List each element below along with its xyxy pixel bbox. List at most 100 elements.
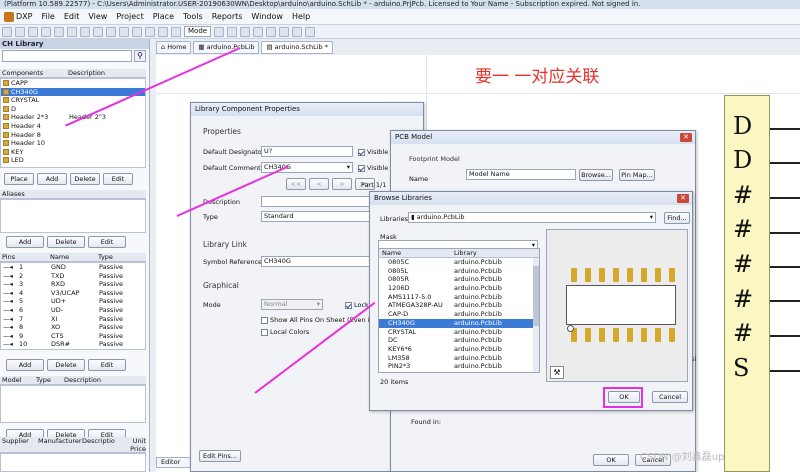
- new-icon[interactable]: [2, 26, 12, 37]
- table-row[interactable]: —◂ 10 DSR# Passive: [1, 340, 145, 349]
- table-row[interactable]: —◂ 3 RXD Passive: [1, 280, 145, 289]
- menu-reports[interactable]: Reports: [212, 9, 243, 25]
- comment-visible-checkbox[interactable]: Visible: [358, 164, 388, 172]
- add-pin-button[interactable]: Add: [6, 359, 44, 371]
- tab-schlib[interactable]: ▤ arduino.SchLib *: [261, 41, 334, 54]
- zoom-fit-icon[interactable]: [67, 26, 77, 37]
- list-item[interactable]: CH340G arduino.PcbLib: [379, 318, 539, 328]
- list-item[interactable]: 0805C arduino.PcbLib: [379, 258, 539, 267]
- table-row[interactable]: —◂ 1 GND Passive: [1, 263, 145, 272]
- add-component-button[interactable]: Add: [37, 173, 67, 185]
- first-part-button[interactable]: <<: [286, 178, 306, 190]
- close-icon[interactable]: ✕: [680, 133, 692, 142]
- model-name-field[interactable]: Model Name: [466, 169, 576, 180]
- list-item[interactable]: KEY: [1, 148, 145, 157]
- list-item[interactable]: CH340G: [1, 87, 145, 97]
- list-item[interactable]: AMS1117-5.0 arduino.PcbLib: [379, 293, 539, 302]
- deselect-icon[interactable]: [145, 26, 155, 37]
- prev-part-button[interactable]: <: [309, 178, 329, 190]
- local-colors-checkbox[interactable]: Local Colors: [261, 328, 309, 336]
- browse-cancel-button[interactable]: Cancel: [652, 391, 688, 403]
- menu-place[interactable]: Place: [153, 9, 174, 25]
- mode-select[interactable]: Normal ▾: [261, 299, 323, 310]
- menu-file[interactable]: File: [41, 9, 54, 25]
- pcb-ok-button[interactable]: OK: [593, 454, 629, 466]
- line-icon[interactable]: [240, 26, 251, 37]
- table-row[interactable]: —◂ 7 XI Passive: [1, 315, 145, 324]
- list-item[interactable]: 0805R arduino.PcbLib: [379, 275, 539, 284]
- list-item[interactable]: ATMEGA328P-AU arduino.PcbLib: [379, 301, 539, 310]
- symbol-reference-field[interactable]: CH340G: [261, 256, 381, 267]
- designator-field[interactable]: U?: [261, 146, 353, 157]
- delete-component-button[interactable]: Delete: [70, 173, 100, 185]
- find-button[interactable]: Find...: [664, 212, 690, 224]
- grid-icon[interactable]: [266, 26, 277, 37]
- mode-dropdown[interactable]: Mode: [184, 26, 212, 37]
- delete-alias-button[interactable]: Delete: [47, 236, 85, 248]
- list-item[interactable]: LM358 arduino.PcbLib: [379, 354, 539, 363]
- menu-dxp[interactable]: DXP: [4, 9, 32, 25]
- browse-button[interactable]: Browse...: [579, 169, 613, 181]
- close-icon[interactable]: ✕: [677, 194, 689, 203]
- libraries-select[interactable]: ▮ arduino.PcbLib ▾: [408, 212, 656, 223]
- arrow-right-icon[interactable]: [227, 26, 238, 37]
- add-icon[interactable]: [214, 26, 225, 37]
- list-item[interactable]: 1206D arduino.PcbLib: [379, 284, 539, 293]
- table-row[interactable]: —◂ 4 V3/UCAP Passive: [1, 289, 145, 298]
- designator-visible-checkbox[interactable]: Visible: [358, 148, 388, 156]
- move-icon[interactable]: [132, 26, 142, 37]
- redo-icon[interactable]: [171, 26, 181, 37]
- pin-icon[interactable]: [253, 26, 264, 37]
- print-icon[interactable]: [41, 26, 51, 37]
- type-select[interactable]: Standard▾: [261, 211, 381, 222]
- table-row[interactable]: —◂ 5 UD+ Passive: [1, 297, 145, 306]
- menu-window[interactable]: Window: [251, 9, 283, 25]
- edit-pins-button[interactable]: Edit Pins...: [199, 450, 241, 462]
- description-field[interactable]: [261, 196, 381, 207]
- list-item[interactable]: PIN2*3 arduino.PcbLib: [379, 362, 539, 371]
- menu-tools[interactable]: Tools: [183, 9, 203, 25]
- list-item[interactable]: DC arduino.PcbLib: [379, 336, 539, 345]
- menu-project[interactable]: Project: [116, 9, 143, 25]
- search-icon[interactable]: ⚲: [134, 50, 146, 62]
- folder-icon[interactable]: [305, 26, 316, 37]
- wrench-icon[interactable]: ⚒: [550, 366, 564, 379]
- table-row[interactable]: —◂ 8 XO Passive: [1, 323, 145, 332]
- paste-icon[interactable]: [106, 26, 116, 37]
- menu-view[interactable]: View: [88, 9, 107, 25]
- table-row[interactable]: —◂ 2 TXD Passive: [1, 272, 145, 281]
- copy-icon[interactable]: [93, 26, 103, 37]
- list-item[interactable]: D: [1, 105, 145, 114]
- list-item[interactable]: LED: [1, 156, 145, 165]
- next-part-button[interactable]: >: [332, 178, 352, 190]
- list-item[interactable]: CAP-D arduino.PcbLib: [379, 310, 539, 319]
- menu-edit[interactable]: Edit: [64, 9, 80, 25]
- edit-alias-button[interactable]: Edit: [88, 236, 126, 248]
- add-alias-button[interactable]: Add: [6, 236, 44, 248]
- zoom-icon[interactable]: [54, 26, 64, 37]
- list-scrollbar[interactable]: [533, 258, 539, 372]
- component-icon[interactable]: [279, 26, 290, 37]
- undo-icon[interactable]: [158, 26, 168, 37]
- open-icon[interactable]: [15, 26, 25, 37]
- list-item[interactable]: KEY6*6 arduino.PcbLib: [379, 345, 539, 354]
- list-item[interactable]: CRYSTAL arduino.PcbLib: [379, 328, 539, 337]
- text-icon[interactable]: [292, 26, 303, 37]
- save-icon[interactable]: [28, 26, 38, 37]
- place-button[interactable]: Place: [4, 173, 34, 185]
- list-item[interactable]: Header 8: [1, 131, 145, 140]
- edit-component-button[interactable]: Edit: [103, 173, 133, 185]
- cut-icon[interactable]: [80, 26, 90, 37]
- list-item[interactable]: Header 10: [1, 139, 145, 148]
- list-item[interactable]: 0805L arduino.PcbLib: [379, 267, 539, 276]
- tab-home[interactable]: ⌂ Home: [156, 41, 192, 54]
- table-row[interactable]: —◂ 6 UD- Passive: [1, 306, 145, 315]
- list-item[interactable]: CAPP: [1, 79, 145, 88]
- select-icon[interactable]: [119, 26, 129, 37]
- menu-help[interactable]: Help: [292, 9, 310, 25]
- edit-pin-button[interactable]: Edit: [88, 359, 126, 371]
- pin-map-button[interactable]: Pin Map...: [619, 169, 655, 181]
- table-row[interactable]: —◂ 9 CTS Passive: [1, 332, 145, 341]
- delete-pin-button[interactable]: Delete: [47, 359, 85, 371]
- search-input[interactable]: [2, 50, 132, 62]
